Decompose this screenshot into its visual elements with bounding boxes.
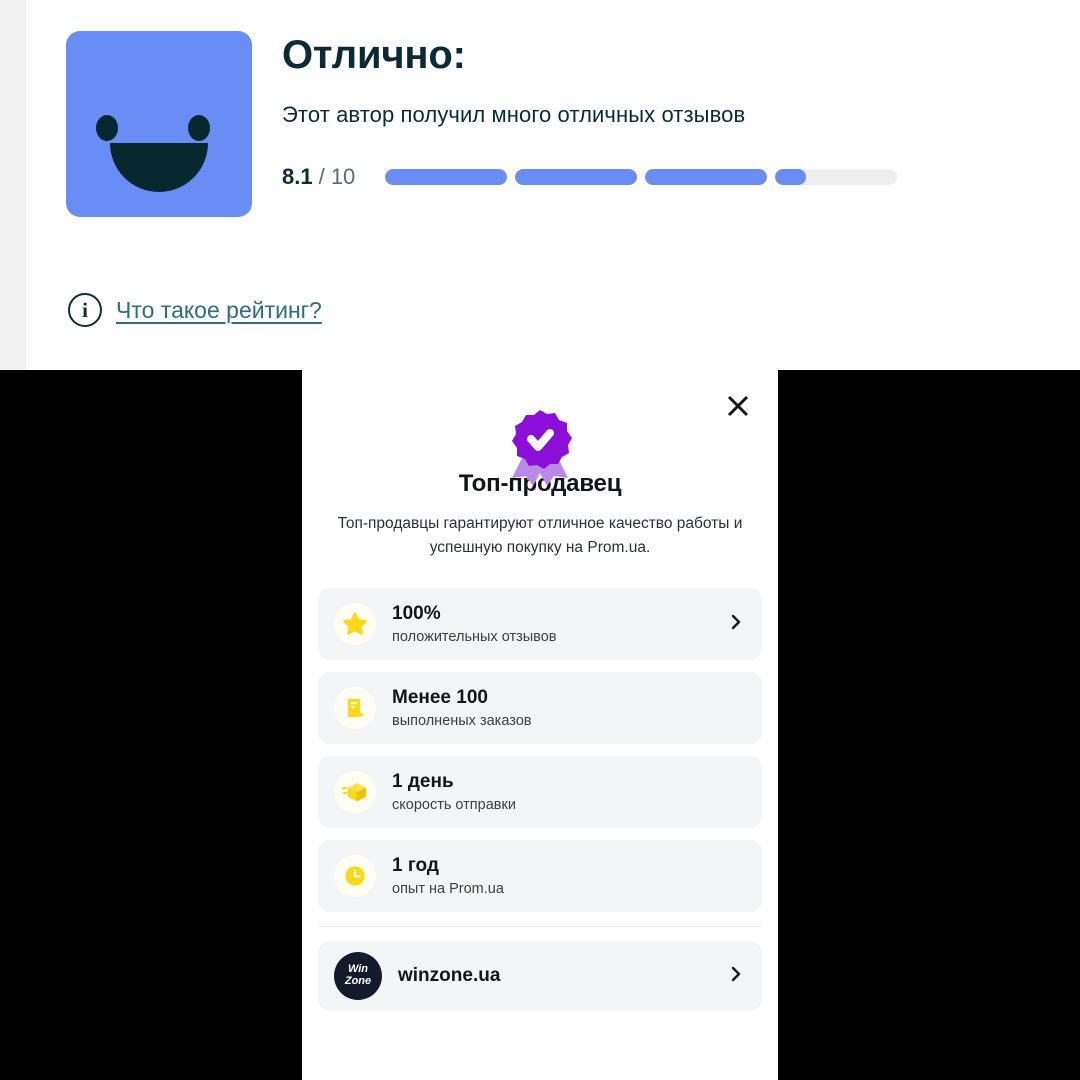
stats-card-list: 100% положительных отзывов Менее 100 вып… <box>318 588 762 913</box>
avatar-line-2: Zone <box>344 975 372 988</box>
receipt-icon <box>334 687 376 730</box>
what-is-rating-row[interactable]: i Что такое рейтинг? <box>68 293 322 327</box>
rating-subtitle: Этот автор получил много отличных отзыво… <box>282 102 746 127</box>
smiley-right-eye-icon <box>188 115 210 141</box>
stat-card-label: выполненых заказов <box>392 712 532 729</box>
score-row: 8.1 / 10 <box>282 164 898 190</box>
modal-description: Топ-продавцы гарантируют отличное качест… <box>337 515 743 557</box>
clock-icon <box>334 855 376 898</box>
smiley-mouth-icon <box>110 143 208 192</box>
rating-summary: Отлично: Этот автор получил много отличн… <box>66 31 898 217</box>
rating-segment-bar <box>385 169 898 185</box>
rating-text-block: Отлично: Этот автор получил много отличн… <box>282 31 898 190</box>
stat-card-value: 100% <box>392 603 441 625</box>
rating-segment-fill <box>515 169 638 185</box>
left-gutter-strip <box>0 0 26 370</box>
section-divider <box>318 926 762 928</box>
rating-segment <box>775 169 898 185</box>
stat-card-label: скорость отправки <box>392 796 516 813</box>
stat-card-value: 1 день <box>392 771 454 793</box>
smiley-face-icon <box>66 31 252 217</box>
winzone-avatar: Win Zone <box>334 952 382 1001</box>
stat-card-label: положительных отзывов <box>392 628 557 645</box>
chevron-right-icon[interactable] <box>726 964 746 989</box>
smiley-left-eye-icon <box>96 115 118 141</box>
stat-card-label: опыт на Prom.ua <box>392 880 504 897</box>
verified-rosette-icon <box>498 370 582 486</box>
stat-card-text: 1 день скорость отправки <box>392 771 746 813</box>
seller-name: winzone.ua <box>398 965 501 987</box>
close-icon[interactable] <box>720 388 756 424</box>
rating-segment-fill <box>775 169 806 185</box>
rating-title: Отлично: <box>282 33 466 77</box>
stat-card-positive-reviews[interactable]: 100% положительных отзывов <box>318 588 762 661</box>
package-box-icon <box>334 771 376 814</box>
stat-card-text: 1 год опыт на Prom.ua <box>392 855 746 897</box>
what-is-rating-link[interactable]: Что такое рейтинг? <box>116 297 322 324</box>
stat-card-text: Менее 100 выполненых заказов <box>392 687 746 729</box>
stat-card-value: Менее 100 <box>392 687 488 709</box>
rating-segment <box>645 169 768 185</box>
rating-segment <box>515 169 638 185</box>
star-icon <box>334 603 376 646</box>
score-max: / 10 <box>318 164 356 189</box>
seller-row[interactable]: Win Zone winzone.ua <box>318 941 762 1012</box>
rating-panel: Отлично: Этот автор получил много отличн… <box>0 0 1080 370</box>
score-value: 8.1 <box>282 164 313 189</box>
rating-segment-fill <box>385 169 508 185</box>
stat-card-experience[interactable]: 1 год опыт на Prom.ua <box>318 840 762 913</box>
stat-card-value: 1 год <box>392 855 439 877</box>
info-icon: i <box>68 293 102 327</box>
top-seller-modal: Топ-продавец Топ-продавцы гарантируют от… <box>302 370 778 1080</box>
chevron-right-icon[interactable] <box>726 612 746 637</box>
stat-card-completed-orders[interactable]: Менее 100 выполненых заказов <box>318 672 762 745</box>
stat-card-shipping-speed[interactable]: 1 день скорость отправки <box>318 756 762 829</box>
stat-card-text: 100% положительных отзывов <box>392 603 726 645</box>
rating-segment-fill <box>645 169 768 185</box>
rating-segment <box>385 169 508 185</box>
